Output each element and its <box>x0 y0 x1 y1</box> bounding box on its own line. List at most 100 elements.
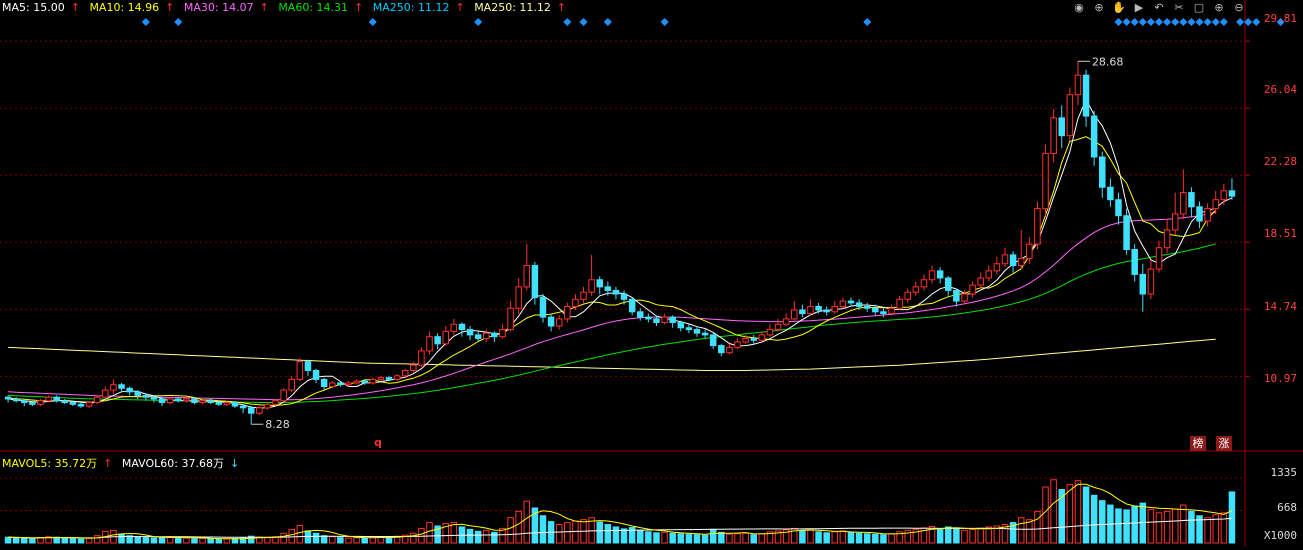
signal-diamond <box>1155 18 1163 26</box>
volume-bar <box>880 534 887 544</box>
candle-body <box>758 334 766 341</box>
hand-icon[interactable]: ✋ <box>1111 1 1127 15</box>
zoom-in-icon[interactable]: ⊕ <box>1211 1 1227 15</box>
candle-body <box>175 398 182 402</box>
candle-body <box>1131 249 1138 275</box>
legend-ma250a-arrow: ↑ <box>455 1 465 14</box>
signal-diamond <box>1163 18 1172 26</box>
volume-bar <box>199 537 206 544</box>
eye-icon[interactable]: ◉ <box>1071 1 1087 15</box>
legend-mavol5: MAVOL5: 35.72万 ↑ <box>2 457 112 470</box>
candle-body <box>1050 117 1057 154</box>
scissors-icon[interactable]: ✂ <box>1171 1 1187 15</box>
candle-body <box>1034 208 1041 245</box>
candle-body <box>353 380 360 384</box>
undo-icon[interactable]: ↶ <box>1151 1 1167 15</box>
candle-body <box>880 311 887 315</box>
volume-bar <box>264 537 271 544</box>
zhang-badge[interactable]: 涨 <box>1216 436 1232 451</box>
candle-body <box>977 277 984 286</box>
candle-body <box>1042 152 1049 210</box>
candle-body <box>588 279 595 293</box>
candle-body <box>158 398 166 404</box>
candle-body <box>863 305 871 309</box>
volume-bar <box>361 537 368 544</box>
legend-mavol60-arrow: ↓ <box>229 457 240 470</box>
volume-bar <box>1123 509 1130 544</box>
candle-body <box>580 291 587 300</box>
volume-bar <box>661 531 668 544</box>
volume-bar <box>523 500 531 544</box>
candle-body <box>329 382 336 388</box>
candle-body <box>1220 190 1228 201</box>
candle-body <box>1090 115 1098 158</box>
candle-body <box>985 270 993 279</box>
candle-body <box>782 318 790 325</box>
volume-bar <box>1204 517 1211 544</box>
volume-bar <box>12 537 20 544</box>
bang-badge[interactable]: 榜 <box>1190 436 1206 451</box>
legend-ma5: MA5: 15.00 ↑ <box>2 1 80 14</box>
volume-bar <box>572 520 579 544</box>
candle-body <box>750 337 757 341</box>
candle-body <box>1074 74 1082 96</box>
volume-bar <box>758 533 766 544</box>
legend-ma250b-arrow: ↑ <box>556 1 567 14</box>
volume-bar <box>4 536 12 544</box>
candle-body <box>912 286 920 293</box>
candle-body <box>1001 254 1009 265</box>
volume-bar <box>645 531 652 544</box>
volume-bar <box>1228 491 1236 544</box>
signal-diamond <box>368 18 377 26</box>
legend-ma30-value: MA30: 14.07 <box>183 1 254 14</box>
volume-bar <box>450 522 458 544</box>
signal-diamond <box>1195 18 1204 26</box>
signal-diamond <box>1171 18 1180 26</box>
volume-bar <box>410 532 417 544</box>
candle-body <box>426 336 433 352</box>
candle-body <box>693 329 701 334</box>
volume-legend: MAVOL5: 35.72万 ↑ MAVOL60: 37.68万 ↓ <box>2 455 245 471</box>
signal-diamond <box>579 18 588 26</box>
signal-diamond <box>1252 18 1261 26</box>
q-marker: q <box>374 436 382 449</box>
candle-body <box>669 316 676 323</box>
volume-bar <box>709 528 717 544</box>
candle-body <box>855 302 863 307</box>
volume-bar <box>555 524 563 544</box>
candle-body <box>256 407 263 414</box>
zoom-out-icon[interactable]: ⊖ <box>1231 1 1247 15</box>
vol-tick-668: 668 <box>1277 501 1297 514</box>
volume-bar <box>21 537 28 544</box>
candle-body <box>361 380 368 384</box>
signal-diamond <box>1114 18 1123 26</box>
candle-body <box>61 400 69 404</box>
volume-bar <box>539 515 547 544</box>
candle-body <box>450 323 458 332</box>
volume-bar <box>312 532 320 544</box>
candle-body <box>4 396 12 400</box>
plus-circle-icon[interactable]: ⊕ <box>1091 1 1107 15</box>
candle-body <box>434 336 441 345</box>
candle-body <box>1009 254 1017 267</box>
volume-bar <box>288 528 295 544</box>
candle-body <box>1139 273 1147 295</box>
signal-diamond <box>1203 18 1212 26</box>
vol-tick-unit: X1000 <box>1263 529 1297 542</box>
candle-body <box>531 265 539 299</box>
price-legend: MA5: 15.00 ↑ MA10: 14.96 ↑ MA30: 14.07 ↑ MA… <box>2 1 572 14</box>
volume-bar <box>507 517 514 544</box>
candle-body <box>1188 192 1195 208</box>
lock-icon[interactable]: ▢ <box>1191 1 1207 15</box>
candle-body <box>1171 213 1179 231</box>
signal-diamond <box>1187 18 1196 26</box>
volume-bar <box>872 533 879 544</box>
candle-body <box>945 277 952 291</box>
signal-diamond <box>1122 18 1131 26</box>
candle-body <box>102 389 109 398</box>
candle-body <box>555 318 563 327</box>
volume-bar <box>637 529 644 544</box>
candle-body <box>815 305 822 311</box>
play-icon[interactable]: ▶ <box>1131 1 1147 15</box>
volume-bar <box>118 533 125 544</box>
